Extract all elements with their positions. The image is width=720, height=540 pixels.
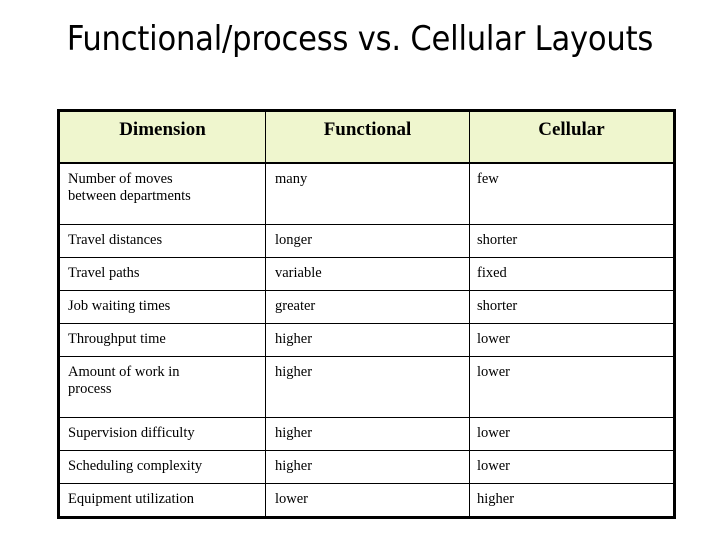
cell-functional: variable (265, 257, 470, 291)
column-header-functional: Functional (265, 110, 470, 164)
table-header: Dimension Functional Cellular (58, 110, 675, 164)
table-row: Travel paths variable fixed (58, 257, 675, 291)
cell-dimension: Number of moves between departments (58, 162, 266, 225)
table-row: Supervision difficulty higher lower (58, 417, 675, 451)
table-row: Travel distances longer shorter (58, 224, 675, 258)
table-row: Amount of work in process higher lower (58, 356, 675, 418)
cell-dimension: Travel paths (58, 257, 266, 291)
cell-dimension: Job waiting times (58, 290, 266, 324)
cell-cellular: few (469, 162, 675, 225)
cell-functional: greater (265, 290, 470, 324)
table-row: Job waiting times greater shorter (58, 290, 675, 324)
cell-functional: higher (265, 450, 470, 484)
cell-cellular: fixed (469, 257, 675, 291)
cell-cellular: lower (469, 450, 675, 484)
cell-cellular: lower (469, 417, 675, 451)
cell-functional: higher (265, 356, 470, 418)
cell-dimension: Equipment utilization (58, 483, 266, 518)
table-body: Number of moves between departments many fe… (58, 162, 675, 518)
cell-dimension: Amount of work in process (58, 356, 266, 418)
cell-functional: higher (265, 417, 470, 451)
cell-functional: many (265, 162, 470, 225)
cell-functional: longer (265, 224, 470, 258)
table-row: Scheduling complexity higher lower (58, 450, 675, 484)
cell-dimension: Travel distances (58, 224, 266, 258)
table-row: Equipment utilization lower higher (58, 483, 675, 518)
cell-cellular: lower (469, 356, 675, 418)
cell-cellular: shorter (469, 224, 675, 258)
column-header-dimension: Dimension (58, 110, 266, 164)
comparison-table-container: Dimension Functional Cellular Number of … (57, 109, 676, 519)
cell-functional: lower (265, 483, 470, 518)
cell-dimension-line: process (68, 381, 112, 397)
comparison-table: Dimension Functional Cellular Number of … (57, 109, 676, 519)
cell-dimension: Supervision difficulty (58, 417, 266, 451)
cell-dimension-line: Number of moves (68, 171, 173, 187)
cell-dimension-line: Amount of work in (68, 364, 180, 380)
cell-dimension-line: between departments (68, 188, 191, 204)
table-row: Throughput time higher lower (58, 323, 675, 357)
cell-dimension: Throughput time (58, 323, 266, 357)
cell-cellular: lower (469, 323, 675, 357)
column-header-cellular: Cellular (469, 110, 675, 164)
page-title: Functional/process vs. Cellular Layouts (66, 19, 654, 59)
cell-cellular: higher (469, 483, 675, 518)
table-header-row: Dimension Functional Cellular (58, 110, 675, 164)
cell-cellular: shorter (469, 290, 675, 324)
table-row: Number of moves between departments many fe… (58, 162, 675, 225)
slide-canvas: Functional/process vs. Cellular Layouts … (0, 0, 720, 540)
cell-dimension: Scheduling complexity (58, 450, 266, 484)
cell-functional: higher (265, 323, 470, 357)
